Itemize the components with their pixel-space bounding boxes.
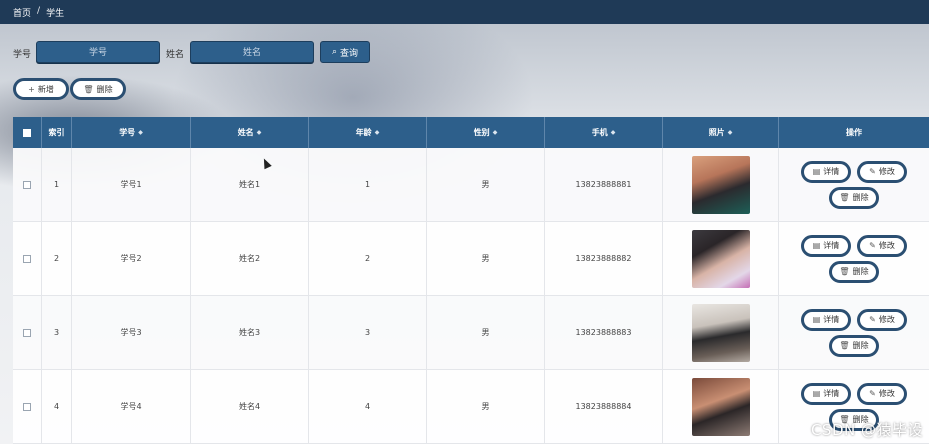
detail-button[interactable]: ▤ 详情 (801, 382, 851, 405)
cell-student-no: 学号4 (72, 370, 191, 443)
sort-icon[interactable]: ◆ (257, 129, 262, 136)
student-photo[interactable] (691, 377, 750, 436)
trash-icon: 🗑 (839, 341, 850, 350)
delete-button[interactable]: 🗑 删除 (829, 334, 879, 357)
sort-icon[interactable]: ◆ (375, 129, 380, 136)
cell-gender: 男 (427, 222, 545, 295)
detail-button[interactable]: ▤ 详情 (801, 160, 851, 183)
trash-icon: 🗑 (839, 267, 850, 276)
cell-phone: 13823888882 (545, 222, 663, 295)
row-checkbox[interactable] (23, 328, 31, 337)
edit-button[interactable]: ✎ 修改 (857, 234, 907, 257)
col-index: 索引 (42, 117, 72, 148)
query-button-label: 查询 (340, 48, 359, 59)
detail-button[interactable]: ▤ 详情 (801, 308, 851, 331)
sort-icon[interactable]: ◆ (728, 129, 733, 136)
detail-button[interactable]: ▤ 详情 (801, 234, 851, 257)
students-table: 索引 学号 ◆ 姓名 ◆ 年龄 ◆ 性别 ◆ 手机 ◆ 照片 ◆ 操作 1 学号1 姓名1 … (13, 117, 929, 444)
row-checkbox[interactable] (23, 180, 31, 189)
select-all-checkbox[interactable] (23, 128, 31, 137)
breadcrumb-home[interactable]: 首页 (13, 6, 31, 19)
cell-gender: 男 (427, 148, 545, 221)
cell-student-no: 学号3 (72, 296, 191, 369)
trash-icon: 🗑 (839, 193, 850, 202)
col-photo[interactable]: 照片 ◆ (663, 117, 779, 148)
breadcrumb-current: 学生 (46, 8, 65, 19)
pencil-icon: ✎ (869, 389, 876, 398)
breadcrumb: 首页 / 学生 (13, 6, 64, 19)
col-phone[interactable]: 手机 ◆ (545, 117, 663, 148)
select-all-cell[interactable] (13, 117, 42, 148)
edit-button[interactable]: ✎ 修改 (857, 160, 907, 183)
cell-age: 3 (309, 296, 427, 369)
document-icon: ▤ (812, 389, 821, 398)
col-gender[interactable]: 性别 ◆ (427, 117, 545, 148)
table-row: 2 学号2 姓名2 2 男 13823888882 ▤ 详情 ✎ 修改 🗑 删除 (13, 222, 929, 296)
edit-button[interactable]: ✎ 修改 (857, 382, 907, 405)
table-header: 索引 学号 ◆ 姓名 ◆ 年龄 ◆ 性别 ◆ 手机 ◆ 照片 ◆ 操作 (13, 117, 929, 148)
student-photo[interactable] (691, 303, 750, 362)
cell-name: 姓名4 (191, 370, 309, 443)
cell-index: 3 (42, 296, 72, 369)
name-input[interactable]: 姓名 (190, 41, 314, 63)
sort-icon[interactable]: ◆ (611, 129, 616, 136)
sort-icon[interactable]: ◆ (493, 129, 498, 136)
watermark: CSDN @猿毕设 (810, 421, 923, 439)
cell-student-no: 学号1 (72, 148, 191, 221)
student-photo[interactable] (691, 155, 750, 214)
pencil-icon: ✎ (869, 241, 876, 250)
delete-button[interactable]: 🗑 删除 (829, 260, 879, 283)
bulk-delete-label: 删除 (96, 84, 113, 94)
cell-age: 4 (309, 370, 427, 443)
sort-icon[interactable]: ◆ (138, 129, 143, 136)
plus-icon: + (28, 84, 35, 94)
search-icon: ⌕ (331, 47, 338, 57)
row-checkbox[interactable] (23, 402, 31, 411)
cell-index: 4 (42, 370, 72, 443)
trash-icon: 🗑 (83, 84, 94, 94)
top-bar: 首页 / 学生 (0, 0, 929, 24)
cell-student-no: 学号2 (72, 222, 191, 295)
cell-age: 2 (309, 222, 427, 295)
pencil-icon: ✎ (869, 315, 876, 324)
cell-phone: 13823888881 (545, 148, 663, 221)
add-button-label: 新增 (37, 84, 54, 94)
cell-index: 1 (42, 148, 72, 221)
student-no-label: 学号 (13, 50, 32, 60)
table-row: 4 学号4 姓名4 4 男 13823888884 ▤ 详情 ✎ 修改 🗑 删除 (13, 370, 929, 444)
col-name[interactable]: 姓名 ◆ (191, 117, 309, 148)
col-student-no[interactable]: 学号 ◆ (72, 117, 191, 148)
breadcrumb-separator: / (37, 5, 41, 16)
cell-phone: 13823888883 (545, 296, 663, 369)
name-label: 姓名 (166, 50, 185, 60)
document-icon: ▤ (812, 315, 821, 324)
cell-name: 姓名2 (191, 222, 309, 295)
student-photo[interactable] (691, 229, 750, 288)
col-age[interactable]: 年龄 ◆ (309, 117, 427, 148)
cell-name: 姓名3 (191, 296, 309, 369)
search-bar: 学号 学号 姓名 姓名 ⌕ 查询 (0, 40, 929, 66)
cell-gender: 男 (427, 296, 545, 369)
student-no-input[interactable]: 学号 (36, 41, 160, 63)
table-row: 1 学号1 姓名1 1 男 13823888881 ▤ 详情 ✎ 修改 🗑 删除 (13, 148, 929, 222)
edit-button[interactable]: ✎ 修改 (857, 308, 907, 331)
document-icon: ▤ (812, 167, 821, 176)
cell-gender: 男 (427, 370, 545, 443)
col-actions: 操作 (846, 128, 862, 137)
cell-name: 姓名1 (191, 148, 309, 221)
row-checkbox[interactable] (23, 254, 31, 263)
pencil-icon: ✎ (869, 167, 876, 176)
document-icon: ▤ (812, 241, 821, 250)
cell-age: 1 (309, 148, 427, 221)
add-button[interactable]: + 新增 (13, 78, 69, 100)
bulk-delete-button[interactable]: 🗑 删除 (70, 78, 126, 100)
delete-button[interactable]: 🗑 删除 (829, 186, 879, 209)
query-button[interactable]: ⌕ 查询 (320, 41, 370, 63)
table-row: 3 学号3 姓名3 3 男 13823888883 ▤ 详情 ✎ 修改 🗑 删除 (13, 296, 929, 370)
cell-phone: 13823888884 (545, 370, 663, 443)
cell-index: 2 (42, 222, 72, 295)
